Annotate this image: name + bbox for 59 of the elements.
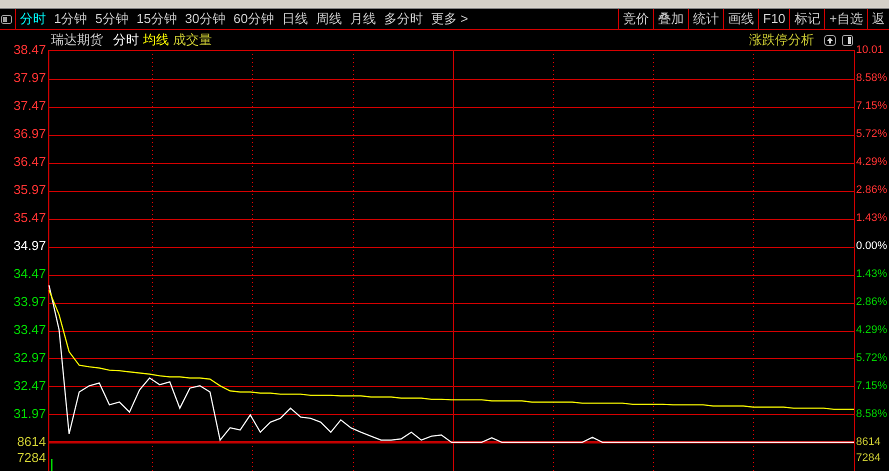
axis-label: 37.97 [13,69,46,87]
panel-toggle-icon[interactable] [842,34,853,46]
period-tab[interactable]: 更多 > [430,9,468,29]
axis-label: 7.15% [856,99,888,114]
period-tab[interactable]: 日线 [282,9,308,29]
axis-label: 37.47 [13,97,46,115]
toolbar-button[interactable]: 统计 [688,9,723,29]
period-tab[interactable]: 1分钟 [54,9,88,29]
period-tab[interactable]: 分时 [20,9,46,29]
expand-up-icon[interactable] [824,34,836,46]
average-line-legend: 均线 [143,30,169,50]
axis-label: 7284 [856,451,880,466]
axis-label: 35.47 [13,209,46,227]
axis-label: 0.00% [856,239,888,254]
axis-label: 36.97 [13,125,46,143]
axis-label: 38.47 [13,41,46,59]
toolbar-button[interactable]: 标记 [789,9,824,29]
toolbar-button[interactable]: +自选 [824,9,867,29]
axis-label: 7284 [17,450,46,466]
axis-label: 4.29% [856,155,888,170]
axis-label: 5.72% [856,127,888,142]
volume-legend: 成交量 [173,30,212,50]
toolbar-button[interactable]: 竞价 [618,9,653,29]
axis-label: 34.47 [13,265,46,283]
axis-label: 32.97 [13,349,46,367]
instrument-name: 瑞达期货 [51,31,103,50]
chart-mode-label: 分时 [113,31,139,50]
axis-label: 2.86% [856,295,888,310]
period-tab[interactable]: 月线 [350,9,376,29]
period-tab[interactable]: 5分钟 [95,9,128,29]
axis-label: 31.97 [13,405,46,423]
axis-label: 8614 [17,434,46,450]
axis-label: 33.47 [13,321,46,339]
analysis-link[interactable]: 涨跌停分析 [749,30,814,50]
period-tab[interactable]: 多分时 [384,9,423,29]
toolbar-button[interactable]: F10 [758,9,790,29]
period-tab[interactable]: 周线 [316,9,342,29]
axis-label: 10.01 [856,43,884,58]
toolbar-button[interactable]: 叠加 [653,9,688,29]
toolbar-button[interactable]: 画线 [723,9,758,29]
axis-label: 8614 [856,435,880,450]
axis-label: 33.97 [13,293,46,311]
panel-toggle-icon[interactable] [1,14,12,24]
axis-label: 7.15% [856,379,888,394]
axis-label: 1.43% [856,211,888,226]
axis-label: 8.58% [856,71,888,86]
axis-label: 36.47 [13,153,46,171]
axis-label: 32.47 [13,377,46,395]
axis-label: 4.29% [856,323,888,338]
axis-label: 2.86% [856,183,888,198]
period-tab[interactable]: 30分钟 [184,9,226,29]
axis-label: 1.43% [856,267,888,282]
period-tab[interactable]: 15分钟 [136,9,177,29]
toolbar-button[interactable]: 返 [867,9,889,29]
axis-label: 34.97 [13,237,46,255]
axis-label: 35.97 [13,181,46,199]
axis-label: 8.58% [856,407,888,422]
period-tab[interactable]: 60分钟 [233,9,274,29]
axis-label: 5.72% [856,351,888,366]
